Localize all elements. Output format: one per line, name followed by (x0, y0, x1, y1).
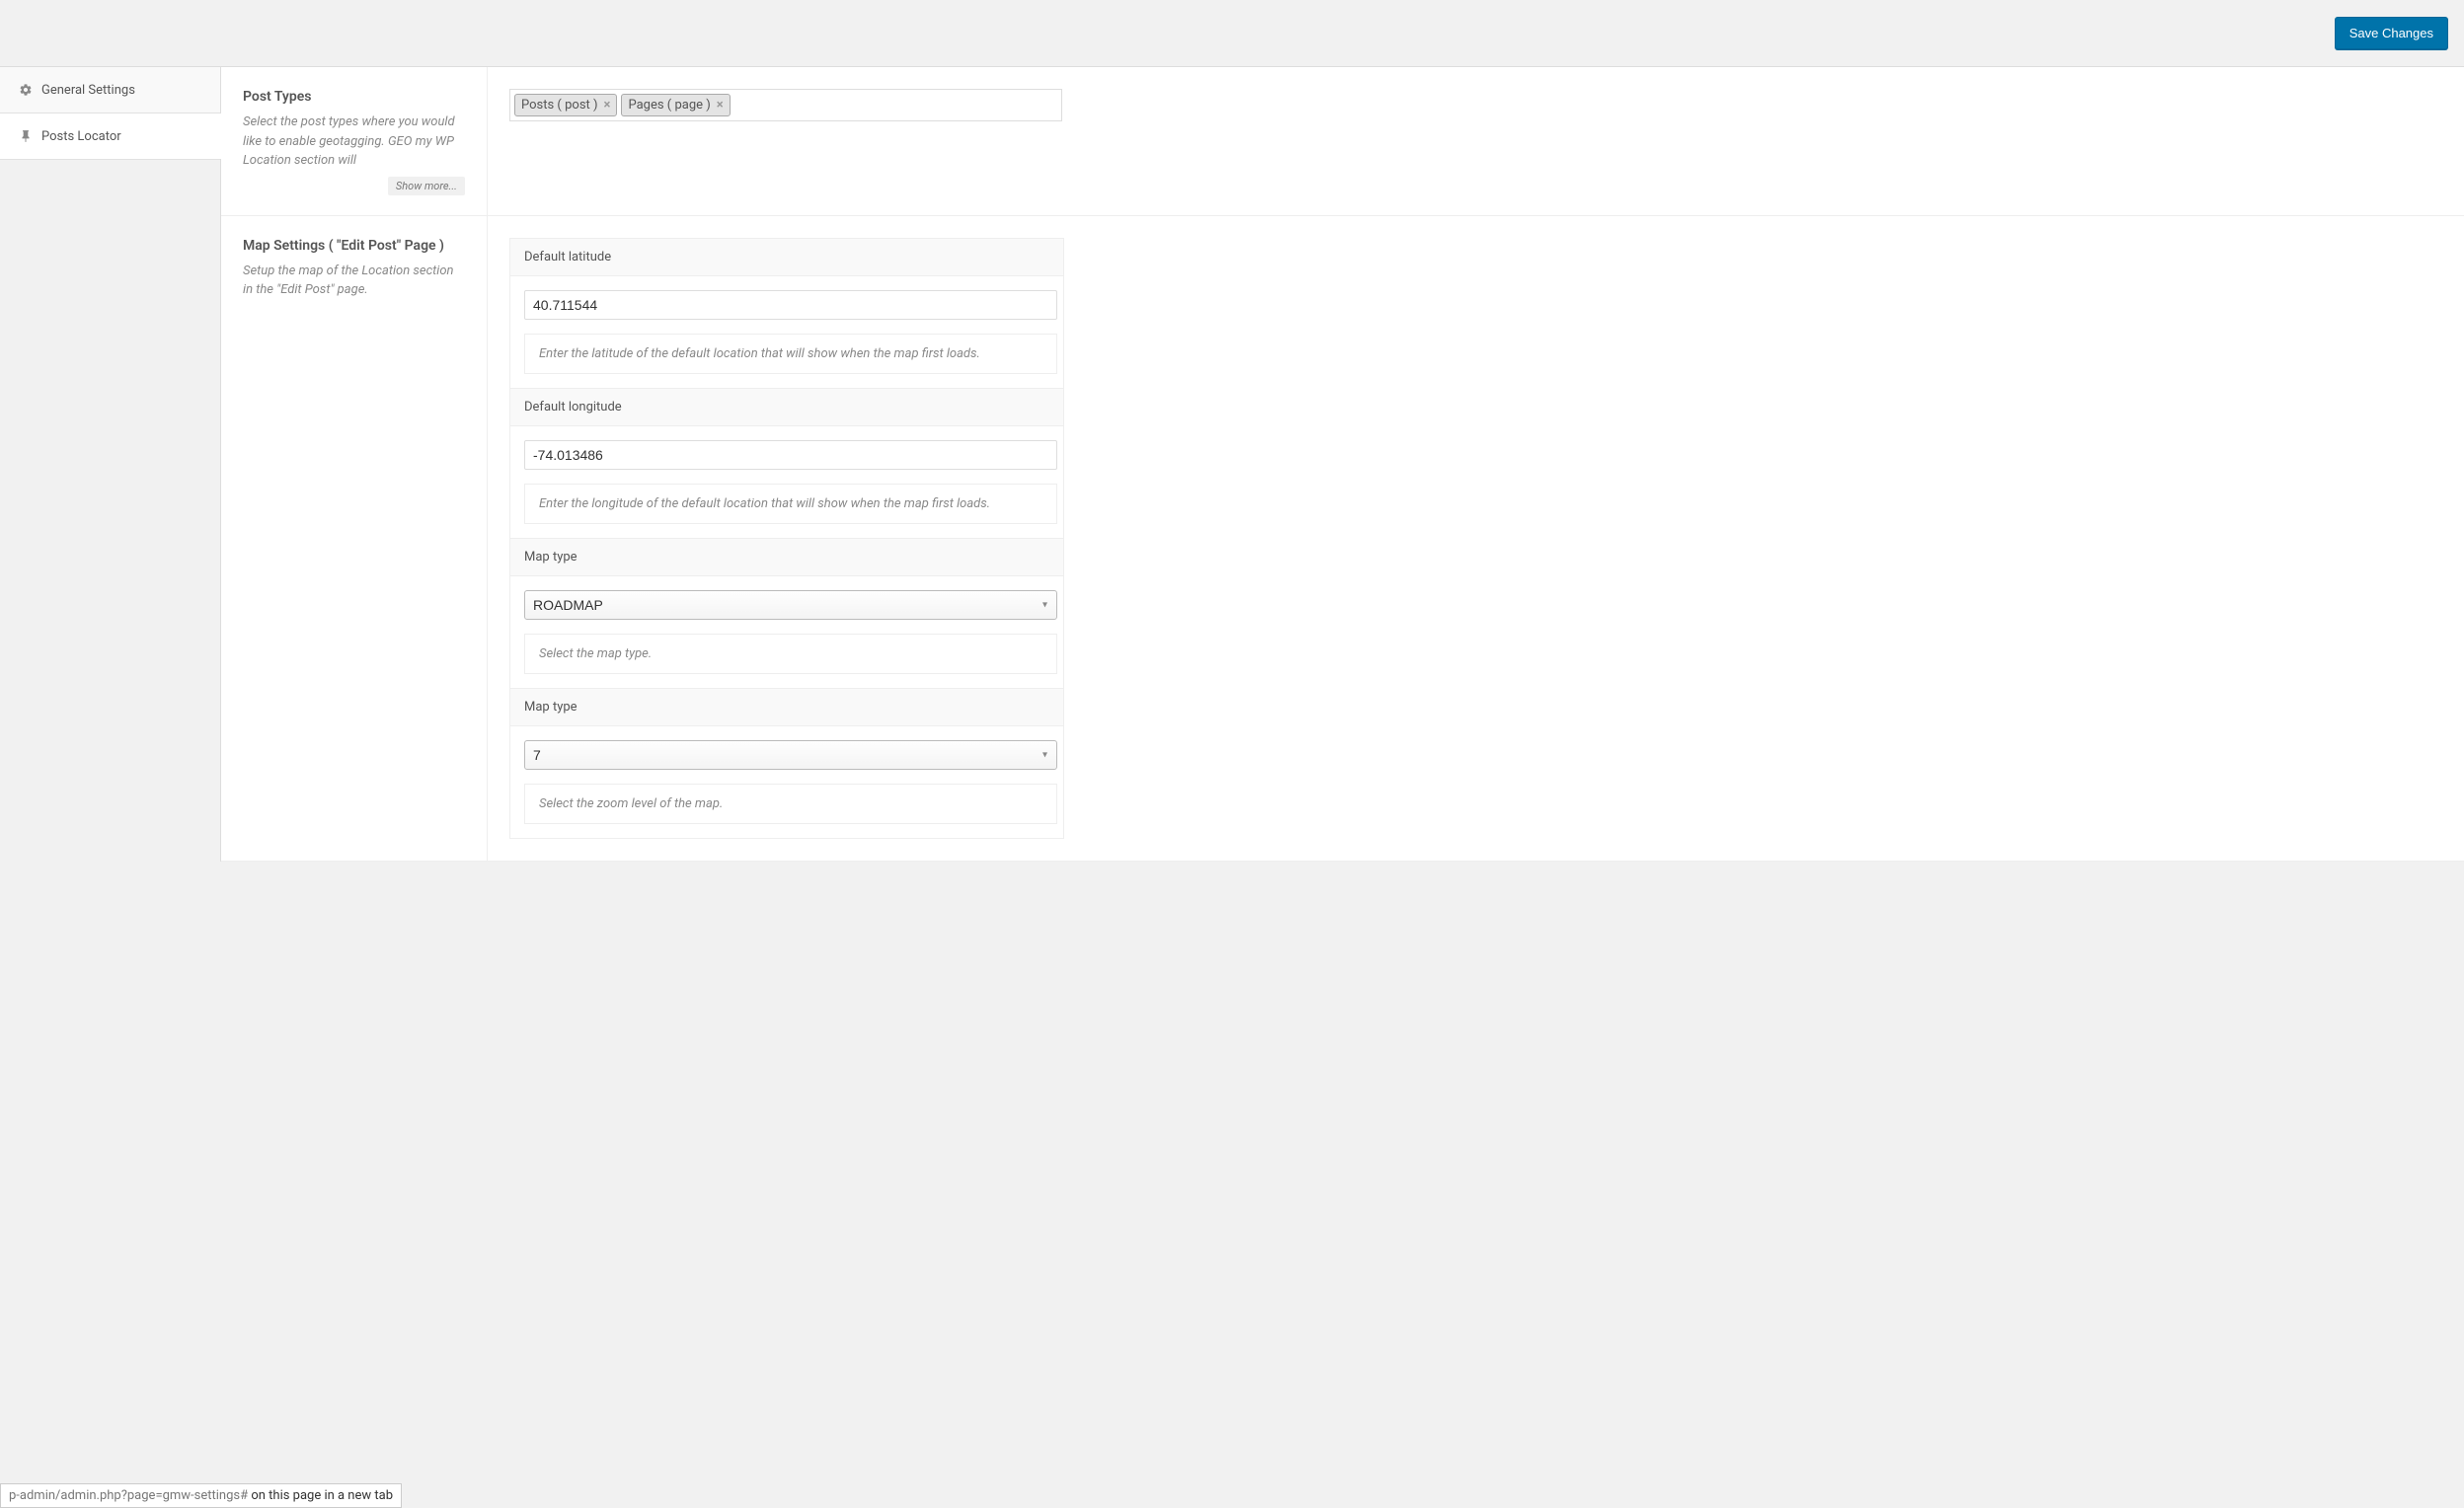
longitude-input[interactable] (524, 440, 1057, 470)
setting-post-types: Post Types Select the post types where y… (221, 67, 2464, 216)
field-help: Enter the latitude of the default locati… (524, 334, 1057, 374)
field-input-wrap: ROADMAP (510, 576, 1063, 634)
tag-pages: Pages ( page ) × (621, 94, 730, 116)
map-settings-fields: Default latitude Enter the latitude of t… (509, 238, 1064, 839)
tag-label: Pages ( page ) (628, 98, 710, 113)
tag-posts: Posts ( post ) × (514, 94, 617, 116)
show-more-link[interactable]: Show more... (388, 177, 465, 195)
setting-label-col: Post Types Select the post types where y… (221, 67, 488, 215)
status-bar: p-admin/admin.php?page=gmw-settings# on … (0, 1483, 402, 1508)
status-text: on this page in a new tab (248, 1488, 393, 1503)
close-icon[interactable]: × (717, 98, 724, 113)
sidebar: General Settings Posts Locator (0, 67, 221, 862)
sidebar-item-label: Posts Locator (41, 129, 121, 144)
pin-icon (18, 128, 34, 144)
field-zoom: Map type 7 Select the zoom level of the … (509, 689, 1064, 839)
sidebar-item-general[interactable]: General Settings (0, 67, 220, 113)
field-input-wrap: 7 (510, 726, 1063, 784)
field-input-wrap (510, 276, 1063, 334)
content-area: Post Types Select the post types where y… (221, 67, 2464, 862)
latitude-input[interactable] (524, 290, 1057, 320)
field-longitude: Default longitude Enter the longitude of… (509, 389, 1064, 539)
setting-title: Post Types (243, 89, 465, 105)
show-more-wrap: Show more... (243, 179, 465, 193)
setting-desc: Select the post types where you would li… (243, 113, 465, 171)
setting-input-col: Default latitude Enter the latitude of t… (488, 216, 2464, 861)
setting-map-settings: Map Settings ( "Edit Post" Page ) Setup … (221, 216, 2464, 862)
setting-label-col: Map Settings ( "Edit Post" Page ) Setup … (221, 216, 488, 861)
field-label: Map type (510, 689, 1063, 726)
gear-icon (18, 82, 34, 98)
setting-input-col: Posts ( post ) × Pages ( page ) × (488, 67, 2464, 215)
map-type-select[interactable]: ROADMAP (524, 590, 1057, 620)
select-wrap: ROADMAP (524, 590, 1057, 620)
main-container: General Settings Posts Locator Post Type… (0, 67, 2464, 862)
field-label: Map type (510, 539, 1063, 576)
select-wrap: 7 (524, 740, 1057, 770)
top-bar: Save Changes (0, 0, 2464, 67)
post-types-tag-input[interactable]: Posts ( post ) × Pages ( page ) × (509, 89, 1062, 121)
setting-title: Map Settings ( "Edit Post" Page ) (243, 238, 465, 254)
field-label: Default latitude (510, 239, 1063, 276)
field-input-wrap (510, 426, 1063, 484)
zoom-select[interactable]: 7 (524, 740, 1057, 770)
field-label: Default longitude (510, 389, 1063, 426)
setting-desc: Setup the map of the Location section in… (243, 262, 465, 300)
close-icon[interactable]: × (604, 98, 611, 113)
tag-label: Posts ( post ) (521, 98, 598, 113)
save-button[interactable]: Save Changes (2335, 17, 2448, 49)
sidebar-item-posts-locator[interactable]: Posts Locator (0, 113, 220, 160)
field-map-type: Map type ROADMAP Select the map type. (509, 539, 1064, 689)
field-help: Enter the longitude of the default locat… (524, 484, 1057, 524)
field-help: Select the map type. (524, 634, 1057, 674)
field-latitude: Default latitude Enter the latitude of t… (509, 238, 1064, 389)
sidebar-item-label: General Settings (41, 83, 135, 98)
status-url: p-admin/admin.php?page=gmw-settings# (9, 1488, 248, 1503)
field-help: Select the zoom level of the map. (524, 784, 1057, 824)
